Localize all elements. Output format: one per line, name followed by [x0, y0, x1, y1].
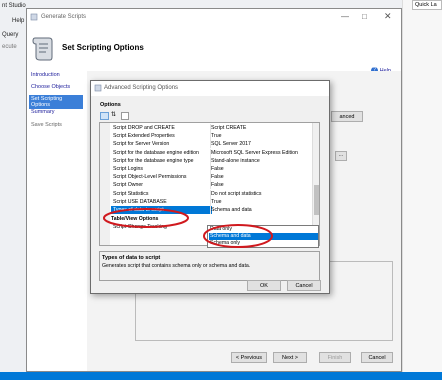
annotation-ellipse [203, 224, 273, 248]
annotation-overlay [103, 208, 273, 248]
annotation-ellipse [103, 208, 189, 228]
